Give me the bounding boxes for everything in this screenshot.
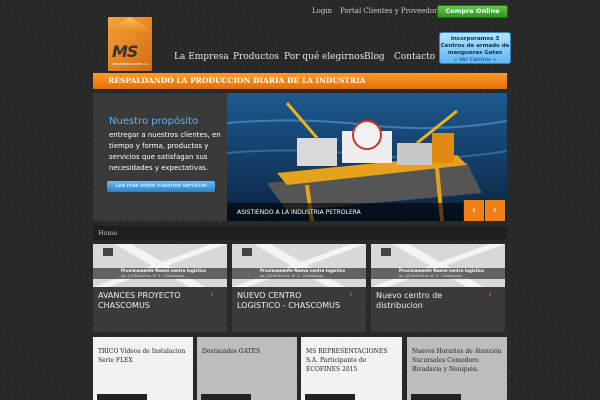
top-bar: Login Portal Clientes y Proveedores Comp… bbox=[0, 0, 600, 22]
map-band-title: Proximamente Nuevo centro logistico bbox=[260, 268, 345, 273]
map-thumbnail: Proximamente Nuevo centro logistico Av. … bbox=[232, 244, 366, 287]
map-band-address: Av. 1/3 Ruta Prov. N° 2 - Chascomus bbox=[121, 274, 185, 278]
logo-mark-icon bbox=[242, 248, 252, 256]
map-band-address: Av. 1/3 Ruta Prov. N° 2 - Chascomus bbox=[399, 274, 463, 278]
buy-online-button[interactable]: Compra Online bbox=[437, 5, 508, 18]
logo-mark-icon bbox=[381, 248, 391, 256]
map-thumbnail: Proximamente Nuevo centro logistico Av. … bbox=[93, 244, 227, 287]
logo-subtitle: REPRESENTACIONES S.A. bbox=[112, 62, 150, 66]
slider-text-panel: Nuestro propósito entregar a nuestros cl… bbox=[93, 93, 227, 221]
services-button[interactable]: Lea más sobre nuestros servicios bbox=[107, 181, 215, 192]
slider-next-button[interactable]: › bbox=[485, 200, 505, 221]
news-item[interactable]: MS REPRESENTACIONES S.A. Participante de… bbox=[301, 337, 402, 400]
slide-image: ASISTIENDO A LA INDUSTRIA PETROLERA ‹ › bbox=[227, 93, 507, 221]
logo[interactable]: MS REPRESENTACIONES S.A. bbox=[108, 17, 152, 71]
news-title[interactable]: TRICO Videos de Instalacion Serie FLEX bbox=[98, 347, 190, 365]
breadcrumb: Home bbox=[93, 226, 507, 240]
promo-box[interactable]: Incorporamos 3 Centros de armado de mang… bbox=[439, 32, 511, 64]
nav-productos[interactable]: Productos bbox=[233, 52, 279, 62]
promo-text: Incorporamos 3 Centros de armado de mang… bbox=[440, 36, 510, 56]
logo-brand: MS bbox=[112, 42, 138, 61]
map-band-title: Proximamente Nuevo centro logistico bbox=[399, 268, 484, 273]
slider-prev-button[interactable]: ‹ bbox=[464, 200, 484, 221]
nav-empresa[interactable]: La Empresa bbox=[174, 52, 229, 62]
news-item[interactable]: Nuevos Horarios de Atención Sucursales C… bbox=[407, 337, 507, 400]
tagline-text: RESPALDANDO LA PRODUCCION DIARIA DE LA I… bbox=[108, 76, 366, 85]
nav-blog[interactable]: Blog bbox=[364, 52, 385, 62]
logo-mark-icon bbox=[103, 248, 113, 256]
login-link[interactable]: Login bbox=[312, 7, 332, 15]
slide-title: Nuestro propósito bbox=[109, 116, 199, 127]
portal-link[interactable]: Portal Clientes y Proveedores bbox=[340, 7, 445, 15]
chevron-right-icon[interactable]: › bbox=[349, 290, 353, 300]
news-item[interactable]: TRICO Videos de Instalacion Serie FLEX bbox=[93, 337, 193, 400]
chevron-right-icon[interactable]: › bbox=[210, 290, 214, 300]
promo-link[interactable]: » Ver Centros « bbox=[440, 57, 510, 64]
tagline-banner: RESPALDANDO LA PRODUCCION DIARIA DE LA I… bbox=[93, 73, 507, 89]
map-thumbnail: Proximamente Nuevo centro logistico Av. … bbox=[371, 244, 505, 287]
news-card[interactable]: Proximamente Nuevo centro logistico Av. … bbox=[93, 244, 227, 332]
map-band-title: Proximamente Nuevo centro logistico bbox=[121, 268, 206, 273]
chevron-right-icon[interactable]: › bbox=[488, 290, 492, 300]
nav-por-que-elegirnos[interactable]: Por qué elegirnos bbox=[284, 52, 364, 62]
breadcrumb-home[interactable]: Home bbox=[98, 229, 118, 237]
news-title[interactable]: MS REPRESENTACIONES S.A. Participante de… bbox=[306, 347, 398, 374]
news-title[interactable]: Destacados GATES bbox=[202, 347, 294, 356]
news-card[interactable]: Proximamente Nuevo centro logistico Av. … bbox=[371, 244, 505, 332]
slide-text: entregar a nuestros clientes, en tiempo … bbox=[109, 131, 221, 172]
map-band-address: Av. 1/3 Ruta Prov. N° 2 - Chascomus bbox=[260, 274, 324, 278]
slide-caption: ASISTIENDO A LA INDUSTRIA PETROLERA bbox=[227, 203, 463, 221]
news-card[interactable]: Proximamente Nuevo centro logistico Av. … bbox=[232, 244, 366, 332]
news-title[interactable]: Nuevos Horarios de Atención Sucursales C… bbox=[412, 347, 504, 374]
nav-contacto[interactable]: Contacto bbox=[394, 52, 435, 62]
news-item[interactable]: Destacados GATES bbox=[197, 337, 297, 400]
card-title[interactable]: AVANCES PROYECTO CHASCOMUS bbox=[98, 291, 208, 311]
card-title[interactable]: NUEVO CENTRO LOGISTICO - CHASCOMUS bbox=[237, 291, 347, 311]
card-title[interactable]: Nuevo centro de distribucion bbox=[376, 291, 486, 311]
